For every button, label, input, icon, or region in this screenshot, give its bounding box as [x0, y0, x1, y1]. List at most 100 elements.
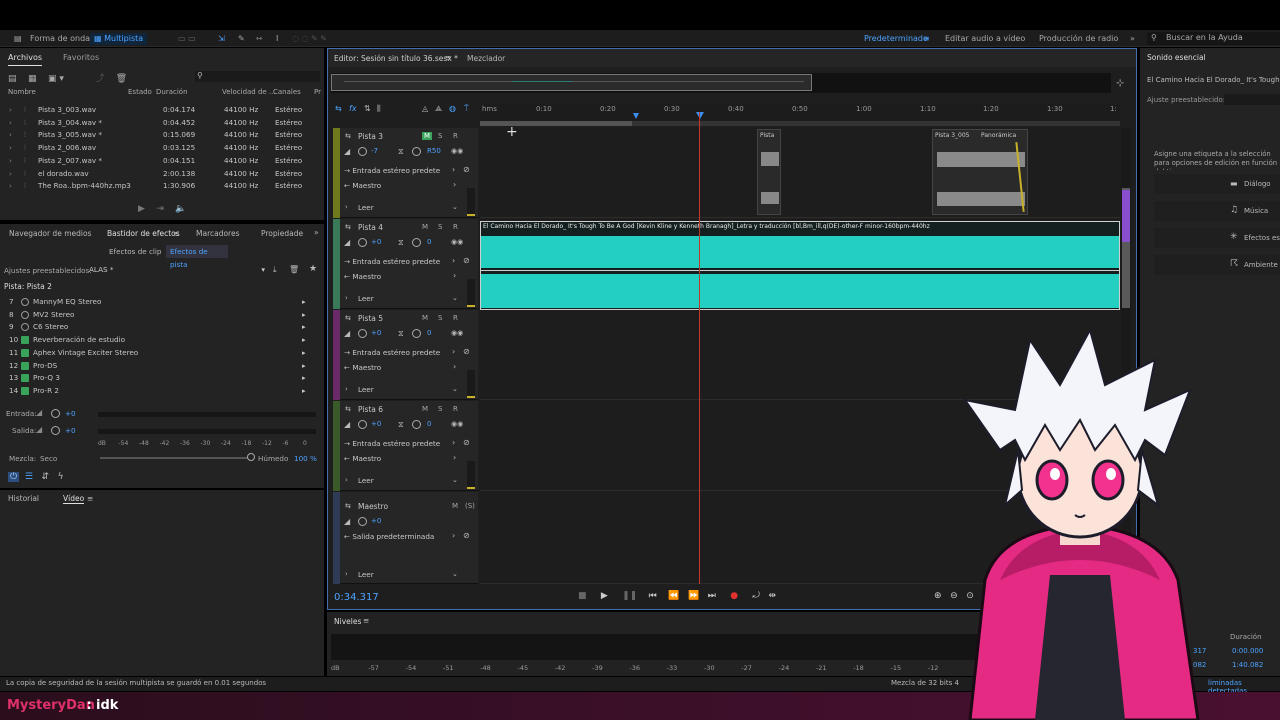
volume-knob[interactable] [358, 420, 367, 429]
pan-knob[interactable] [412, 238, 421, 247]
effect-power-icon[interactable] [21, 310, 29, 319]
track-link-icon[interactable]: ◉◉ [451, 238, 463, 246]
input-disabled-icon[interactable]: ⊘ [463, 165, 470, 174]
track-link-icon[interactable]: ◉◉ [451, 147, 463, 155]
chevron-right-icon[interactable]: › [453, 362, 456, 371]
track-move-icon[interactable]: ⇆ [345, 132, 351, 140]
workspace-radio-button[interactable]: Producción de radio [1039, 33, 1118, 45]
chevron-right-icon[interactable]: › [453, 180, 456, 189]
waveform-icon[interactable]: ▤ [14, 33, 22, 45]
record-icon[interactable]: ● [730, 591, 738, 601]
essential-preset-dropdown[interactable] [1224, 94, 1280, 105]
file-row[interactable]: › ⫶ The Roa..bpm-440hz.mp3 1:30.906 44100 Hz… [0, 180, 322, 193]
input-disabled-icon[interactable]: ⊘ [463, 256, 470, 265]
chevron-down-icon[interactable]: ⌄ [452, 476, 458, 484]
pan-knob[interactable] [412, 329, 421, 338]
file-row[interactable]: › ⫶ Pista 2_007.wav * 0:04.151 44100 Hz Estér… [0, 155, 322, 168]
tab-track-effects[interactable]: Efectos de pista [166, 245, 228, 269]
effect-expand-icon[interactable]: ▸ [302, 360, 306, 373]
track-move-icon[interactable]: ⇆ [345, 223, 351, 231]
tab-properties[interactable]: Propiedade [261, 229, 303, 238]
output-gain-value[interactable]: +0 [65, 426, 76, 435]
volume-value[interactable]: +0 [371, 329, 381, 337]
effect-slot[interactable]: 11 Aphex Vintage Exciter Stereo ▸ [0, 347, 322, 360]
play-icon[interactable]: ▶ [138, 204, 145, 214]
volume-icon[interactable]: 🔈 [175, 204, 186, 214]
panel-menu-icon[interactable]: ≡ [363, 616, 369, 625]
col-name[interactable]: Nombre [8, 88, 36, 96]
chevron-right-icon[interactable]: › [453, 271, 456, 280]
chevron-right-icon[interactable]: › [452, 347, 455, 356]
effect-slot[interactable]: 7 MannyM EQ Stereo ▸ [0, 296, 322, 309]
expand-chevron-icon[interactable]: › [9, 180, 12, 193]
power-toggle-icon[interactable]: ⏻ [8, 472, 20, 482]
tab-video[interactable]: Vídeo [63, 494, 85, 504]
input-gain-knob[interactable] [51, 409, 60, 418]
expand-chevron-icon[interactable]: › [345, 476, 348, 484]
lightning-icon[interactable]: ϟ [58, 472, 64, 482]
chevron-right-icon[interactable]: › [452, 165, 455, 174]
delete-preset-icon[interactable]: 🗑 [289, 265, 299, 274]
mute-button[interactable]: M [452, 502, 458, 510]
loop-icon[interactable]: ⇥ [156, 204, 164, 214]
expand-chevron-icon[interactable]: › [9, 142, 12, 155]
expand-chevron-icon[interactable]: › [345, 385, 348, 393]
pan-value[interactable]: R50 [427, 147, 441, 155]
automation-mode[interactable]: Leer [358, 294, 374, 303]
play-icon[interactable]: ▶ [601, 591, 608, 601]
mute-button[interactable]: M [422, 223, 428, 231]
session-overview[interactable] [331, 73, 1111, 93]
input-gain-value[interactable]: +0 [65, 409, 76, 418]
effect-slot[interactable]: 8 MV2 Stereo ▸ [0, 309, 322, 322]
expand-chevron-icon[interactable]: › [345, 294, 348, 302]
tab-history[interactable]: Historial [8, 494, 39, 503]
snap-icon[interactable]: ⍑ [464, 104, 469, 114]
chevron-right-icon[interactable]: › [452, 531, 455, 540]
mute-button[interactable]: M [422, 405, 428, 413]
audio-clip[interactable]: Pista [757, 129, 781, 215]
track-name[interactable]: Maestro [358, 502, 388, 511]
list-view-icon[interactable]: ☰ [25, 472, 33, 482]
track-name[interactable]: Pista 4 [358, 223, 383, 232]
favorite-star-icon[interactable]: ★ [309, 264, 317, 274]
pan-value[interactable]: 0 [427, 238, 431, 246]
effect-expand-icon[interactable]: ▸ [302, 334, 306, 347]
volume-value[interactable]: -7 [371, 147, 378, 155]
effect-expand-icon[interactable]: ▸ [302, 372, 306, 385]
go-to-start-icon[interactable]: ⏮ [649, 591, 657, 601]
rewind-icon[interactable]: ⏪ [668, 591, 679, 601]
audio-clip[interactable]: Pista 3_005 Panorámica [932, 129, 1028, 215]
chevron-right-icon[interactable]: » [1130, 33, 1135, 45]
effect-slot[interactable]: 12 Pro-DS ▸ [0, 360, 322, 373]
time-selection-tool-icon[interactable]: I [276, 33, 278, 45]
effect-power-icon[interactable] [21, 348, 29, 357]
marquee-tool-icon[interactable]: ◌ ◌ ✎ ✎ [292, 33, 327, 45]
open-file-icon[interactable]: ▤ [8, 74, 17, 84]
tab-clip-effects[interactable]: Efectos de clip [109, 247, 161, 256]
file-row[interactable]: › ⫶ Pista 2_006.wav 0:03.125 44100 Hz Estéreo [0, 142, 322, 155]
move-tool-icon[interactable]: ⇲ [218, 33, 225, 45]
volume-knob[interactable] [358, 329, 367, 338]
track-link-icon[interactable]: ◉◉ [451, 420, 463, 428]
loop-playback-icon[interactable]: ⤾ [752, 591, 760, 601]
volume-knob[interactable] [358, 147, 367, 156]
file-row[interactable]: › ⫶ el dorado.wav 2:00.138 44100 Hz Estéreo [0, 168, 322, 181]
col-rate[interactable]: Velocidad de ... [222, 88, 276, 96]
help-search-input[interactable]: Buscar en la Ayuda [1166, 32, 1243, 44]
chevron-down-icon[interactable]: ⌄ [452, 294, 458, 302]
presets-dropdown[interactable]: ALAS * ▾ [85, 264, 267, 276]
record-arm-button[interactable]: R [453, 223, 458, 231]
trash-icon[interactable]: 🗑 [116, 74, 127, 84]
solo-button[interactable]: S [438, 223, 442, 231]
help-search-field[interactable]: ⚲ Buscar en la Ayuda [1147, 32, 1280, 45]
wet-value[interactable]: 100 % [294, 454, 317, 463]
col-status[interactable]: Estado [128, 88, 152, 96]
track-header[interactable]: ⇆ Pista 3 M S R ◢ -7 ⧖ R50 ◉◉ → Entrada estéreo pr… [340, 128, 478, 218]
files-search-input[interactable]: ⚲ [195, 71, 320, 82]
workspace-edit-video-button[interactable]: Editar audio a vídeo [945, 33, 1025, 45]
chevron-down-icon[interactable]: ⌄ [452, 570, 458, 578]
expand-chevron-icon[interactable]: › [9, 129, 12, 142]
fx-icon[interactable]: fx [349, 104, 357, 113]
export-icon[interactable]: ⤴ [95, 74, 104, 84]
track-header[interactable]: ⇆ Pista 6 M S R ◢ +0 ⧖ 0 ◉◉ → Entrada estéreo pred… [340, 401, 478, 491]
